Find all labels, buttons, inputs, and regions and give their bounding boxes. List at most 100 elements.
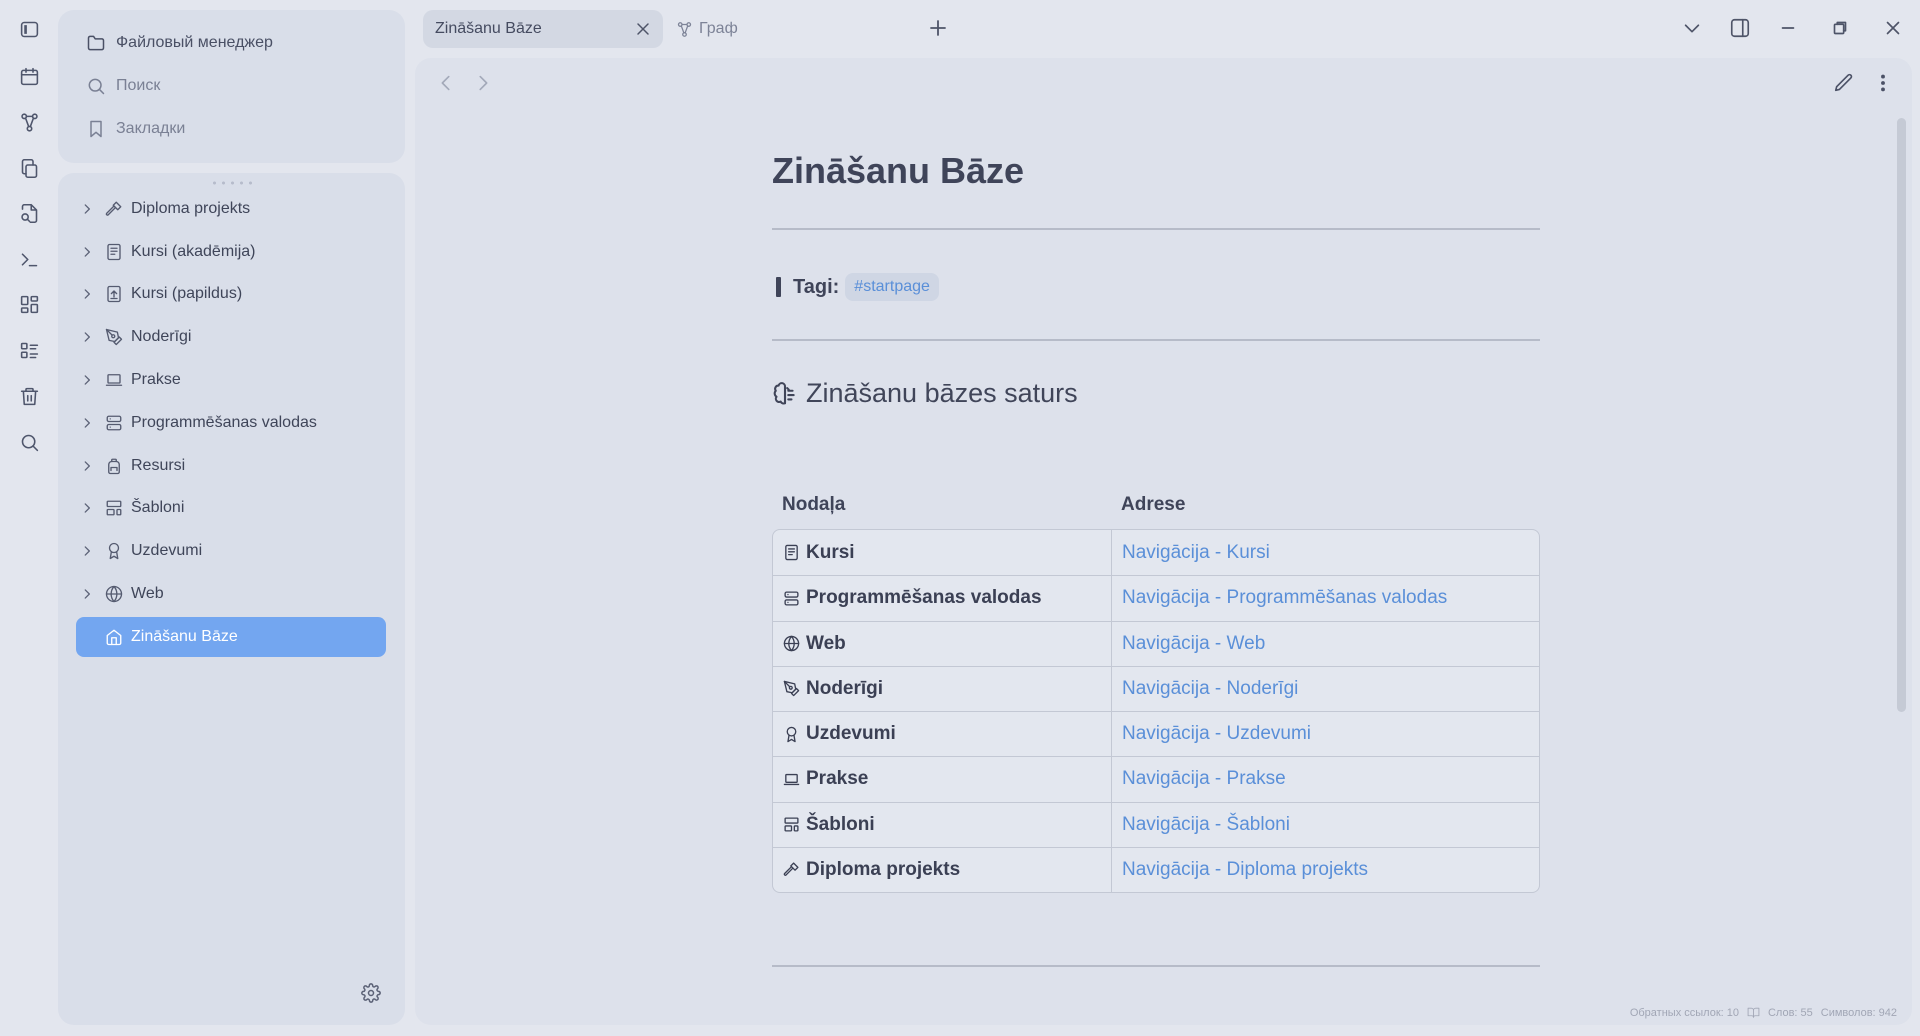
word-count: Слов: 55 bbox=[1767, 1006, 1813, 1019]
file-up-icon bbox=[102, 285, 126, 303]
nav-link[interactable]: Navigācija - Programmēšanas valodas bbox=[1112, 576, 1539, 620]
tree-item-diploma-projekts[interactable]: Diploma projekts bbox=[76, 189, 386, 229]
notebook-icon bbox=[783, 544, 800, 561]
chevron-right-icon[interactable] bbox=[76, 459, 98, 473]
table-row: Uzdevumi Navigācija - Uzdevumi bbox=[773, 711, 1539, 757]
copy-icon[interactable] bbox=[16, 155, 42, 181]
new-tab-plus-icon[interactable] bbox=[926, 16, 950, 40]
tree-item-zinasanu-baze[interactable]: Zināšanu Bāze bbox=[76, 617, 386, 657]
tree-item-noderigi[interactable]: Noderīgi bbox=[76, 317, 386, 357]
search-label: Поиск bbox=[116, 77, 161, 94]
search-button[interactable]: Поиск bbox=[86, 71, 160, 101]
sidebar-nav-panel: Файловый менеджер Поиск Закладки bbox=[58, 10, 405, 163]
chevron-right-icon[interactable] bbox=[76, 416, 98, 430]
column-header-nodala: Nodaļa bbox=[782, 494, 846, 515]
hammer-icon bbox=[102, 200, 126, 218]
close-window-icon[interactable] bbox=[1882, 17, 1904, 39]
file-manager-button[interactable]: Файловый менеджер bbox=[86, 28, 273, 58]
tree-item-sabloni[interactable]: Šabloni bbox=[76, 488, 386, 528]
layout-template-icon bbox=[783, 816, 800, 833]
table-row: Prakse Navigācija - Prakse bbox=[773, 756, 1539, 802]
chevron-right-icon[interactable] bbox=[76, 501, 98, 515]
edit-pencil-icon[interactable] bbox=[1833, 72, 1855, 94]
tab-graph[interactable]: Граф bbox=[676, 10, 738, 48]
nav-link[interactable]: Navigācija - Noderīgi bbox=[1112, 667, 1539, 711]
row-name: Šabloni bbox=[806, 813, 875, 835]
calendar-icon[interactable] bbox=[16, 63, 42, 89]
tag-startpage[interactable]: #startpage bbox=[845, 273, 939, 301]
file-tree-panel: Diploma projekts Kursi (akadēmija) Kursi… bbox=[58, 173, 405, 1025]
tree-item-uzdevumi[interactable]: Uzdevumi bbox=[76, 531, 386, 571]
drag-handle[interactable] bbox=[210, 181, 254, 185]
tab-zinasanu-baze[interactable]: Zināšanu Bāze bbox=[423, 10, 663, 48]
nav-link[interactable]: Navigācija - Prakse bbox=[1112, 757, 1539, 801]
tab-list-chevron-down-icon[interactable] bbox=[1681, 17, 1703, 39]
tree-item-prakse[interactable]: Prakse bbox=[76, 360, 386, 400]
settings-gear-icon[interactable] bbox=[361, 983, 387, 1009]
chevron-right-icon[interactable] bbox=[76, 330, 98, 344]
hammer-icon bbox=[783, 861, 800, 878]
nav-link[interactable]: Navigācija - Šabloni bbox=[1112, 803, 1539, 847]
server-icon bbox=[102, 414, 126, 432]
minimize-icon[interactable] bbox=[1777, 17, 1799, 39]
tab-label: Граф bbox=[699, 20, 738, 37]
tree-item-resursi[interactable]: Resursi bbox=[76, 446, 386, 486]
row-name: Diploma projekts bbox=[806, 858, 961, 880]
section-heading-text: Zināšanu bāzes saturs bbox=[806, 378, 1078, 408]
globe-icon bbox=[102, 585, 126, 603]
chevron-right-icon[interactable] bbox=[76, 373, 98, 387]
bookmarks-label: Закладки bbox=[116, 120, 186, 137]
nav-link[interactable]: Navigācija - Diploma projekts bbox=[1112, 848, 1539, 892]
home-icon bbox=[102, 628, 126, 646]
tree-item-programmesanas-valodas[interactable]: Programmēšanas valodas bbox=[76, 403, 386, 443]
award-icon bbox=[102, 542, 126, 560]
editor-pane: Zināšanu Bāze Tagi: #startpage Zināšanu … bbox=[415, 58, 1912, 1025]
brain-icon bbox=[772, 381, 798, 407]
tree-item-label: Diploma projekts bbox=[131, 200, 251, 217]
tree-item-web[interactable]: Web bbox=[76, 574, 386, 614]
trash-icon[interactable] bbox=[16, 383, 42, 409]
row-name: Prakse bbox=[806, 768, 869, 790]
scrollbar[interactable] bbox=[1897, 118, 1906, 712]
grid-icon[interactable] bbox=[16, 291, 42, 317]
tree-item-label: Kursi (akadēmija) bbox=[131, 243, 256, 260]
tree-item-kursi-papildus[interactable]: Kursi (papildus) bbox=[76, 274, 386, 314]
back-chevron-left-icon[interactable] bbox=[435, 72, 457, 94]
sidebar-toggle-icon[interactable] bbox=[16, 16, 42, 42]
nav-link[interactable]: Navigācija - Uzdevumi bbox=[1112, 712, 1539, 756]
close-icon[interactable] bbox=[633, 19, 653, 39]
bookmarks-button[interactable]: Закладки bbox=[86, 114, 185, 144]
chevron-right-icon[interactable] bbox=[76, 587, 98, 601]
chevron-right-icon[interactable] bbox=[76, 544, 98, 558]
column-header-adrese: Adrese bbox=[1121, 494, 1186, 515]
server-icon bbox=[783, 590, 800, 607]
graph-icon[interactable] bbox=[16, 109, 42, 135]
list-checks-icon[interactable] bbox=[16, 337, 42, 363]
tags-line: Tagi: #startpage bbox=[772, 272, 939, 302]
graph-icon bbox=[676, 21, 693, 38]
nav-link[interactable]: Navigācija - Web bbox=[1112, 622, 1539, 666]
layout-template-icon bbox=[102, 499, 126, 517]
more-options-icon[interactable] bbox=[1872, 72, 1894, 94]
search-icon[interactable] bbox=[16, 429, 42, 455]
tree-item-kursi-akademija[interactable]: Kursi (akadēmija) bbox=[76, 232, 386, 272]
right-sidebar-toggle-icon[interactable] bbox=[1729, 17, 1751, 39]
tree-item-label: Zināšanu Bāze bbox=[131, 628, 238, 645]
table-row: Kursi Navigācija - Kursi bbox=[773, 530, 1539, 576]
forward-chevron-right-icon[interactable] bbox=[472, 72, 494, 94]
tree-item-label: Noderīgi bbox=[131, 328, 192, 345]
file-search-icon[interactable] bbox=[16, 200, 42, 226]
book-open-icon[interactable] bbox=[1747, 1006, 1760, 1019]
backlinks-count: Обратных ссылок: 10 bbox=[1629, 1006, 1739, 1019]
chevron-right-icon[interactable] bbox=[76, 245, 98, 259]
laptop-icon bbox=[102, 371, 126, 389]
chevron-right-icon[interactable] bbox=[76, 202, 98, 216]
chevron-right-icon[interactable] bbox=[76, 287, 98, 301]
table-row: Diploma projekts Navigācija - Diploma pr… bbox=[773, 846, 1539, 892]
terminal-icon[interactable] bbox=[16, 246, 42, 272]
navigation-table: Kursi Navigācija - Kursi Programmēšanas … bbox=[772, 529, 1540, 893]
restore-icon[interactable] bbox=[1829, 17, 1851, 39]
row-name: Noderīgi bbox=[806, 677, 884, 699]
folder-icon bbox=[86, 33, 106, 53]
nav-link[interactable]: Navigācija - Kursi bbox=[1112, 530, 1539, 575]
